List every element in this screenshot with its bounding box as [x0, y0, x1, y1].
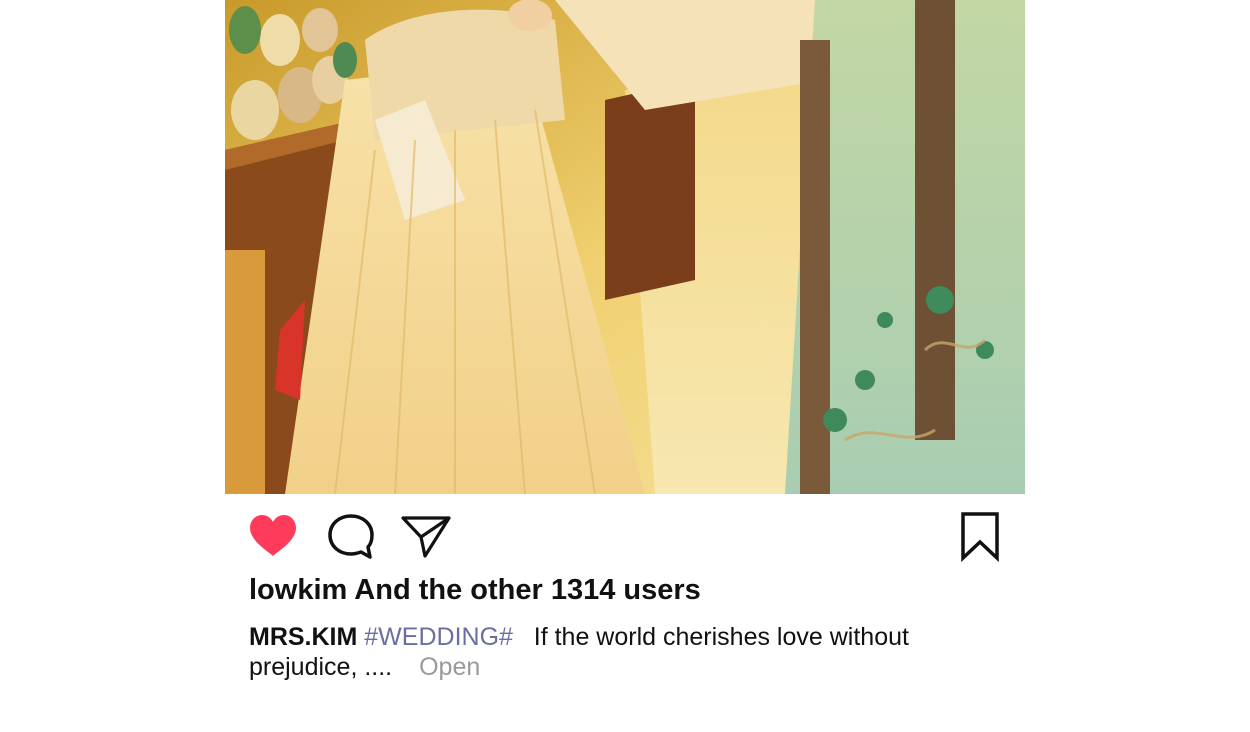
likes-user[interactable]: lowkim	[249, 574, 347, 606]
paper-plane-icon[interactable]	[400, 510, 452, 562]
comment-icon[interactable]	[325, 510, 377, 562]
caption-more-link[interactable]: Open	[419, 653, 480, 681]
photo-illustration	[225, 0, 1025, 494]
post-card: lowkim And the other 1314 users MRS.KIM …	[225, 0, 1025, 732]
likes-summary[interactable]: lowkim And the other 1314 users	[249, 574, 701, 607]
bookmark-icon[interactable]	[955, 510, 1007, 562]
post-caption: MRS.KIM #WEDDING# If the world cherishes…	[249, 622, 949, 682]
action-bar	[225, 494, 1025, 568]
likes-text: And the other 1314 users	[354, 574, 701, 606]
heart-icon[interactable]	[247, 510, 299, 562]
caption-hashtag[interactable]: #WEDDING#	[364, 623, 513, 651]
caption-username[interactable]: MRS.KIM	[249, 623, 357, 651]
post-photo[interactable]	[225, 0, 1025, 494]
